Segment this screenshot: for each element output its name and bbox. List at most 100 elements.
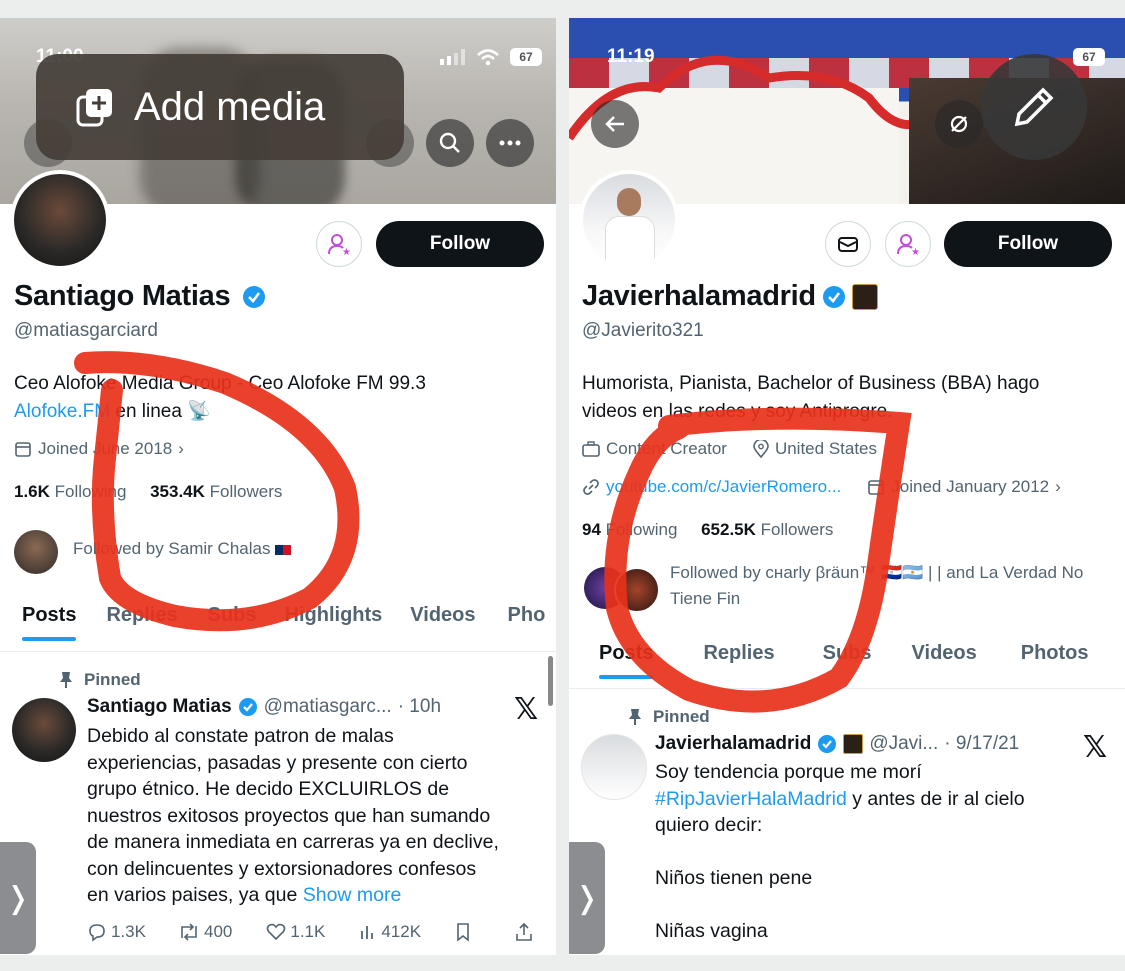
- tabs-divider: [0, 651, 556, 652]
- hashtag-link[interactable]: #RipJavierHalaMadrid: [655, 788, 847, 810]
- more-icon: [499, 140, 521, 146]
- followers-link[interactable]: 652.5K Followers: [701, 520, 833, 539]
- more-button[interactable]: [486, 119, 534, 167]
- follower-avatar[interactable]: [614, 567, 660, 613]
- bio-link[interactable]: Alofoke.FM: [14, 401, 110, 422]
- status-icons: 67: [440, 48, 542, 66]
- profile-name-text: Javierhalamadrid: [582, 280, 816, 312]
- chevron-right-icon: ❭: [5, 881, 31, 915]
- envelope-icon: [838, 237, 858, 252]
- side-drawer-handle[interactable]: ❭: [569, 842, 605, 954]
- following-count: 1.6K: [14, 482, 50, 501]
- x-logo-icon: 𝕏: [514, 693, 539, 726]
- tab-photos[interactable]: Pho: [508, 604, 546, 627]
- following-link[interactable]: 94 Following: [582, 520, 677, 539]
- subscribe-person-icon: ★: [328, 234, 351, 256]
- tab-videos[interactable]: Videos: [410, 604, 475, 627]
- views-count: 412K: [381, 922, 422, 941]
- profile-name: Javierhalamadrid: [582, 280, 878, 313]
- pinned-label: Pinned: [627, 707, 710, 727]
- followers-count: 353.4K: [150, 482, 205, 501]
- tweet-author[interactable]: Javierhalamadrid: [655, 733, 811, 755]
- tweet-avatar[interactable]: [12, 698, 76, 762]
- calendar-icon: [868, 480, 885, 495]
- bio-line: videos en las redes y soy Antiprogre.: [582, 401, 893, 422]
- briefcase-icon: [582, 441, 600, 457]
- pin-icon: [60, 672, 72, 688]
- followers-link[interactable]: 353.4K Followers: [150, 482, 282, 501]
- bookmark-button[interactable]: [455, 922, 471, 942]
- subscribe-button[interactable]: ★: [885, 221, 931, 267]
- subscribe-person-icon: ★: [897, 234, 920, 256]
- profile-name: Santiago Matias: [14, 280, 266, 313]
- follower-avatar[interactable]: [14, 530, 58, 574]
- followed-by-line: Tiene Fin: [670, 589, 741, 608]
- right-profile-screenshot: 11:19 67 ★ Follow Javierhalamadrid @Javi…: [569, 18, 1125, 955]
- tweet-text: Soy tendencia porque me morí #RipJavierH…: [655, 759, 1025, 945]
- affiliate-badge-icon: [843, 734, 864, 754]
- repost-button[interactable]: 400: [178, 922, 232, 942]
- dominican-flag-icon: [275, 544, 292, 555]
- tweet-line: quiero decir:: [655, 814, 763, 836]
- tweet-line: nuestros exitosos proyectos que han suma…: [87, 804, 491, 827]
- tweet-actions: 1.3K 400 1.1K 412K: [87, 922, 533, 942]
- heart-icon: [267, 923, 286, 941]
- tweet-avatar[interactable]: [581, 734, 647, 800]
- subscribe-button[interactable]: ★: [316, 221, 362, 267]
- tweet-time: · 9/17/21: [944, 733, 1020, 754]
- profile-avatar[interactable]: [579, 170, 679, 270]
- pinned-label: Pinned: [58, 670, 141, 690]
- wifi-icon: [477, 49, 499, 66]
- view-ads-button[interactable]: [935, 100, 983, 148]
- chevron-right-icon: ›: [1055, 477, 1061, 496]
- location-pin-icon: [753, 440, 769, 458]
- followed-by-line: Followed by cнarly βräun™ 🇵🇾🇦🇷 | | and L…: [670, 563, 1084, 582]
- tab-posts[interactable]: Posts: [22, 604, 77, 641]
- tab-videos[interactable]: Videos: [912, 642, 977, 665]
- views-button[interactable]: 412K: [359, 922, 421, 942]
- like-count: 1.1K: [290, 922, 326, 941]
- followed-by[interactable]: Followed by cнarly βräun™ 🇵🇾🇦🇷 | | and L…: [670, 560, 1120, 612]
- chevron-right-icon: ›: [178, 439, 184, 458]
- tab-posts[interactable]: Posts: [599, 642, 654, 679]
- scrollbar[interactable]: [548, 656, 553, 706]
- reply-icon: [89, 924, 105, 942]
- back-arrow-icon: [605, 116, 624, 132]
- svg-text:★: ★: [911, 247, 920, 256]
- bio-line: Ceo Alofoke Media Group - Ceo Alofoke FM…: [14, 373, 426, 394]
- search-button[interactable]: [426, 119, 474, 167]
- follow-button[interactable]: Follow: [944, 221, 1112, 267]
- profile-tabs: Posts Replies Subs Highlights Videos Pho: [22, 604, 546, 641]
- avatar-shirt: [605, 216, 655, 266]
- share-button[interactable]: [515, 922, 533, 942]
- verified-badge-icon: [243, 286, 266, 309]
- profile-avatar[interactable]: [10, 170, 110, 270]
- profile-bio: Ceo Alofoke Media Group - Ceo Alofoke FM…: [14, 370, 426, 426]
- tweet-line: Debido al constate patron de malas: [87, 725, 394, 747]
- following-link[interactable]: 1.6K Following: [14, 482, 126, 501]
- back-button[interactable]: [591, 100, 639, 148]
- reply-count: 1.3K: [111, 922, 146, 941]
- tab-replies[interactable]: Replies: [703, 642, 774, 665]
- tabs-divider: [569, 688, 1125, 689]
- tweet-author[interactable]: Santiago Matias: [87, 696, 232, 718]
- verified-badge-icon: [238, 698, 257, 716]
- add-media-tooltip[interactable]: Add media: [36, 54, 404, 160]
- tab-photos[interactable]: Photos: [1021, 642, 1089, 665]
- avatar-face: [617, 188, 641, 216]
- tab-subs[interactable]: Subs: [208, 604, 257, 627]
- profile-name-text: Santiago Matias: [14, 280, 231, 312]
- show-more-link[interactable]: Show more: [303, 884, 402, 906]
- followed-by[interactable]: Followed by Samir Chalas: [73, 536, 292, 562]
- tab-replies[interactable]: Replies: [106, 604, 177, 627]
- tab-highlights[interactable]: Highlights: [285, 604, 383, 627]
- edit-button[interactable]: [981, 54, 1087, 160]
- side-drawer-handle[interactable]: ❭: [0, 842, 36, 954]
- reply-button[interactable]: 1.3K: [87, 922, 146, 942]
- message-button[interactable]: [825, 221, 871, 267]
- profile-handle: @Javierito321: [582, 320, 704, 341]
- like-button[interactable]: 1.1K: [266, 922, 325, 942]
- follow-button[interactable]: Follow: [376, 221, 544, 267]
- website-link[interactable]: youtube.com/c/JavierRomero...: [606, 477, 841, 497]
- tab-subs[interactable]: Subs: [823, 642, 872, 665]
